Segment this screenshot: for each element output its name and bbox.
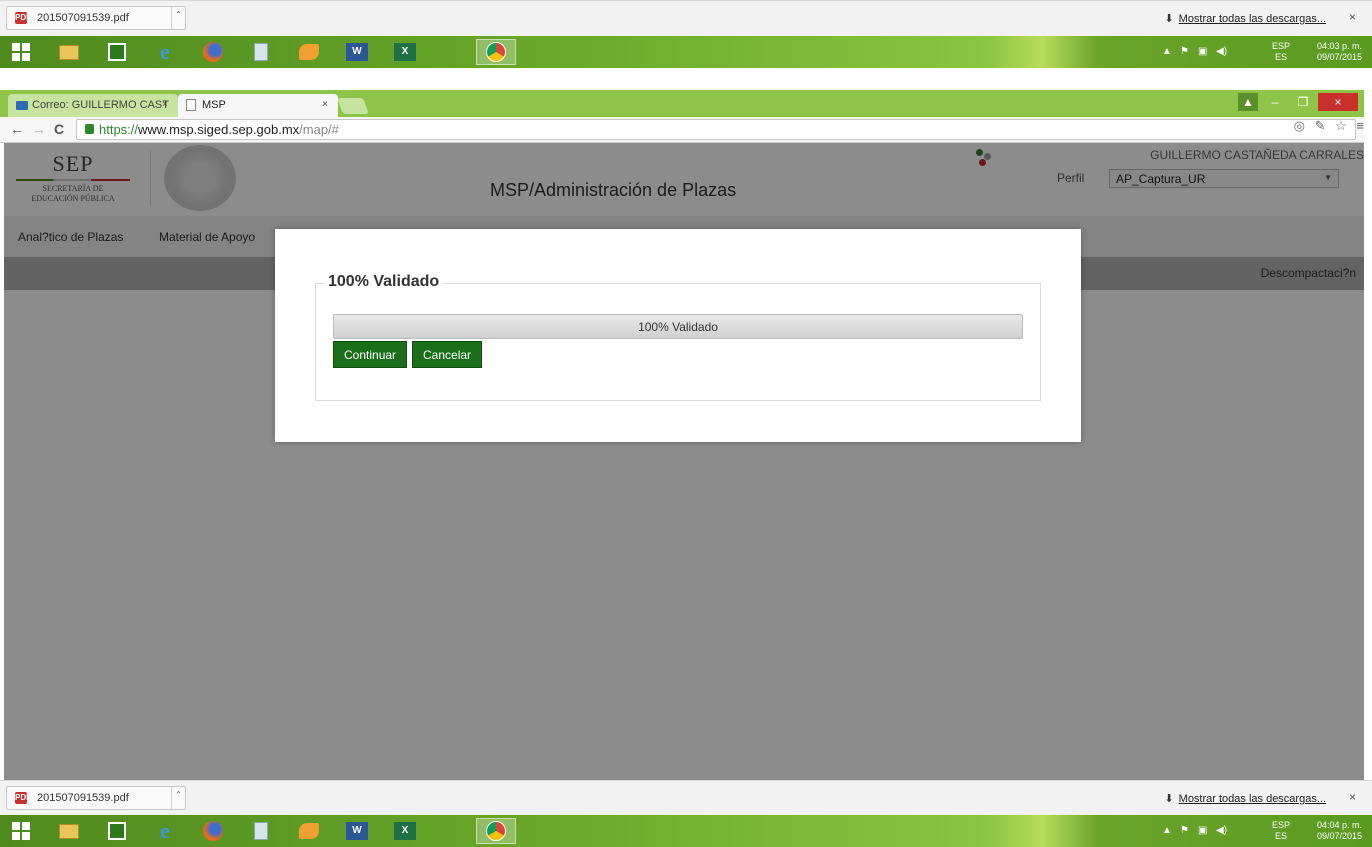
language-indicator[interactable]: ESP ES [1272,41,1290,63]
chrome-icon[interactable] [476,39,516,65]
show-all-downloads-link[interactable]: ⬇ Mostrar todas las descargas... [1164,12,1326,25]
firefox-icon[interactable] [198,818,228,844]
validation-progress-bar: 100% Validado [333,314,1023,339]
fox-icon[interactable] [294,818,324,844]
chrome-icon[interactable] [476,818,516,844]
close-icon[interactable]: × [162,99,168,110]
back-arrow-icon[interactable]: ← [10,121,24,137]
lang-region: ES [1274,831,1287,841]
progress-text: 100% Validado [638,320,718,334]
url-host: www.msp.siged.sep.gob.mx [138,122,300,137]
minimize-icon[interactable]: – [1262,93,1288,111]
tab-correo[interactable]: Correo: GUILLERMO CAST × [8,94,178,117]
lang-code: ESP [1271,820,1290,830]
folder-icon[interactable] [54,39,84,65]
download-item[interactable]: PDF 201507091539.pdf ⌃ [6,786,186,810]
download-arrow-icon: ⬇ [1164,13,1174,25]
download-shelf-top: PDF 201507091539.pdf ⌃ ⬇ Mostrar todas la… [0,0,1372,36]
show-all-downloads-link[interactable]: ⬇ Mostrar todas las descargas... [1164,792,1326,805]
windows-logo-icon [12,822,30,840]
chevron-down-icon[interactable]: ⌃ [171,7,185,29]
url-scheme: https:// [99,122,139,137]
windows-logo-icon [12,43,30,61]
flag-icon[interactable]: ⚑ [1180,46,1189,57]
lock-icon [85,124,94,134]
volume-icon[interactable]: ◀) [1216,46,1227,57]
flag-icon[interactable]: ⚑ [1180,825,1189,836]
show-all-downloads-label: Mostrar todas las descargas... [1178,13,1326,25]
browser-tab-strip: Correo: GUILLERMO CAST × MSP × ▲ – ❐ × [0,90,1364,117]
clock-time: 04:03 p. m. [1316,41,1362,51]
validation-dialog: 100% Validado 100% Validado Continuar Ca… [275,229,1081,442]
star-icon[interactable]: ☆ [1335,118,1347,133]
clock[interactable]: 04:03 p. m. 09/07/2015 [1296,41,1362,63]
clock-date: 09/07/2015 [1316,831,1362,841]
ie-icon[interactable]: e [150,818,180,844]
show-all-downloads-label: Mostrar todas las descargas... [1178,793,1326,805]
toolbar-icons: ◎ ✎ ☆ ≡ [1288,118,1364,134]
taskbar-bottom: e W X ▲ ⚑ ▣ ◀) ESP ES 04:04 p. m. 09/07/… [0,815,1372,847]
word-icon[interactable]: W [342,818,372,844]
url-path: /map/# [299,122,339,137]
word-icon[interactable]: W [342,39,372,65]
firefox-icon[interactable] [198,39,228,65]
reload-icon[interactable]: C [54,121,64,137]
download-file-name: 201507091539.pdf [37,792,129,804]
tab-msp[interactable]: MSP × [178,94,338,117]
dialog-title: 100% Validado [324,273,444,291]
volume-icon[interactable]: ◀) [1216,825,1227,836]
chevron-down-icon[interactable]: ⌃ [171,787,185,809]
store-icon[interactable] [102,818,132,844]
chevron-up-icon[interactable]: ▲ [1162,825,1172,836]
tab-label: Correo: GUILLERMO CAST [32,99,169,111]
close-icon[interactable]: × [322,99,328,110]
language-indicator[interactable]: ESP ES [1272,820,1290,842]
download-shelf-bottom: PDF 201507091539.pdf ⌃ ⬇ Mostrar todas la… [0,780,1372,816]
close-icon[interactable]: × [1349,10,1356,24]
address-bar[interactable]: https://www.msp.siged.sep.gob.mx/map/# [76,119,1356,140]
page-icon [186,99,196,111]
continue-button[interactable]: Continuar [333,341,408,368]
system-tray: ▲ ⚑ ▣ ◀) ESP ES 04:04 p. m. 09/07/2015 [1162,819,1362,843]
download-item[interactable]: PDF 201507091539.pdf ⌃ [6,6,186,30]
calculator-icon[interactable] [246,818,276,844]
url-text: https://www.msp.siged.sep.gob.mx/map/# [99,122,339,137]
user-icon[interactable]: ▲ [1238,93,1258,111]
maximize-icon[interactable]: ❐ [1290,93,1316,111]
folder-icon[interactable] [54,818,84,844]
fox-icon[interactable] [294,39,324,65]
clock-date: 09/07/2015 [1316,52,1362,62]
cancel-button[interactable]: Cancelar [412,341,483,368]
lang-region: ES [1274,52,1287,62]
start-button[interactable] [6,818,36,844]
taskbar-top: e W X ▲ ⚑ ▣ ◀) ESP ES 04:03 p. m. 09/07/… [0,36,1372,68]
ie-icon[interactable]: e [150,39,180,65]
excel-icon[interactable]: X [390,39,420,65]
start-button[interactable] [6,39,36,65]
close-icon[interactable]: × [1349,790,1356,804]
pdf-file-icon: PDF [15,12,31,24]
extension-icon[interactable]: ✎ [1315,118,1326,133]
menu-icon[interactable]: ≡ [1356,118,1364,133]
clock-time: 04:04 p. m. [1316,820,1362,830]
browser-toolbar: ← → C https://www.msp.siged.sep.gob.mx/m… [0,117,1364,143]
download-file-name: 201507091539.pdf [37,12,129,24]
network-icon[interactable]: ▣ [1198,825,1207,836]
new-tab-button[interactable] [337,98,369,114]
calculator-icon[interactable] [246,39,276,65]
system-tray: ▲ ⚑ ▣ ◀) ESP ES 04:03 p. m. 09/07/2015 [1162,40,1362,64]
mail-icon [16,101,28,110]
store-icon[interactable] [102,39,132,65]
close-window-icon[interactable]: × [1318,93,1358,111]
shield-icon[interactable]: ◎ [1294,118,1305,133]
clock[interactable]: 04:04 p. m. 09/07/2015 [1296,820,1362,842]
chevron-up-icon[interactable]: ▲ [1162,46,1172,57]
tab-label: MSP [202,99,226,111]
download-arrow-icon: ⬇ [1164,793,1174,805]
lang-code: ESP [1271,41,1290,51]
network-icon[interactable]: ▣ [1198,46,1207,57]
excel-icon[interactable]: X [390,818,420,844]
pdf-file-icon: PDF [15,792,31,804]
forward-arrow-icon[interactable]: → [32,121,46,137]
